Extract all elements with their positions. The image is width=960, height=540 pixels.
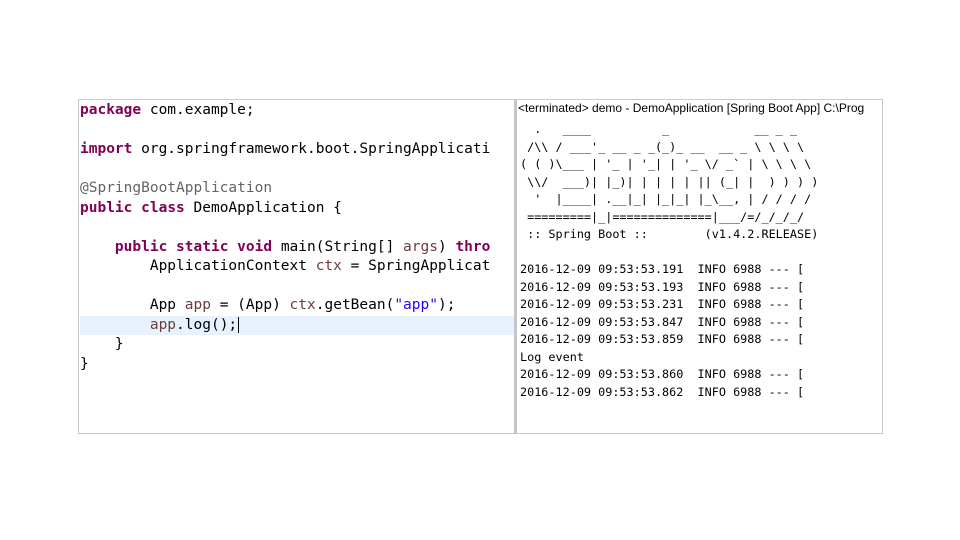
console-line: 2016-12-09 09:53:53.860 INFO 6988 --- [ xyxy=(520,367,805,381)
code-line[interactable]: public static void main(String[] args) t… xyxy=(80,238,514,258)
code-token: org.springframework.boot.SpringApplicati xyxy=(132,141,491,157)
code-token: DemoApplication { xyxy=(184,199,342,216)
console-line: :: Spring Boot :: (v1.4.2.RELEASE) xyxy=(520,227,819,241)
code-token: package xyxy=(80,102,142,118)
code-token: = SpringApplicat xyxy=(341,258,491,274)
console-view: <terminated> demo - DemoApplication [Spr… xyxy=(517,100,882,433)
code-line[interactable]: @SpringBootApplication xyxy=(80,179,514,199)
code-token: app xyxy=(149,316,177,333)
code-token: = (App) xyxy=(210,297,290,313)
code-token: ctx xyxy=(289,297,316,313)
console-header: <terminated> demo - DemoApplication [Spr… xyxy=(518,101,865,115)
code-token: import xyxy=(80,141,133,157)
code-token: thro xyxy=(455,238,491,255)
code-line[interactable]: import org.springframework.boot.SpringAp… xyxy=(80,140,514,160)
code-token: public xyxy=(114,238,168,255)
code-token: main(String[] xyxy=(272,238,404,255)
code-token: @SpringBootApplication xyxy=(80,180,273,196)
console-line: 2016-12-09 09:53:53.862 INFO 6988 --- [ xyxy=(520,384,805,399)
code-line[interactable]: app.log(); xyxy=(80,315,514,335)
console-line: 2016-12-09 09:53:53.231 INFO 6988 --- [ xyxy=(520,297,805,311)
code-token: class xyxy=(141,199,185,216)
code-line[interactable] xyxy=(80,218,514,238)
code-line[interactable]: App app = (App) ctx.getBean("app"); xyxy=(80,296,514,316)
console-line: 2016-12-09 09:53:53.847 INFO 6988 --- [ xyxy=(520,314,805,329)
code-line[interactable] xyxy=(80,121,514,141)
code-line[interactable] xyxy=(80,277,514,297)
console-output[interactable]: . ____ _ __ _ _ /\\ / ___'_ __ _ _(_)_ _… xyxy=(517,118,882,433)
code-token: com.example; xyxy=(141,102,255,118)
ide-window: package com.example; import org.springfra… xyxy=(78,99,883,434)
code-line[interactable] xyxy=(80,160,514,180)
console-line: 2016-12-09 09:53:53.859 INFO 6988 --- [ xyxy=(520,332,805,346)
code-editor[interactable]: package com.example; import org.springfra… xyxy=(79,100,514,433)
console-line: Log event xyxy=(520,349,584,364)
code-token: ApplicationContext xyxy=(80,258,316,274)
console-line: \\/ ___)| |_)| | | | | || (_| | ) ) ) ) xyxy=(520,174,819,189)
code-token: "app" xyxy=(394,297,438,313)
text-caret xyxy=(238,316,240,333)
console-line: /\\ / ___'_ __ _ _(_)_ __ __ _ \ \ \ \ xyxy=(520,139,805,154)
code-line[interactable]: ApplicationContext ctx = SpringApplicat xyxy=(80,257,514,277)
code-token: ctx xyxy=(315,258,342,274)
code-line[interactable]: } xyxy=(80,335,514,355)
code-line[interactable]: } xyxy=(80,355,514,375)
console-line: . ____ _ __ _ _ xyxy=(520,122,797,136)
code-token: } xyxy=(80,355,89,372)
code-token: .log(); xyxy=(176,316,238,333)
console-line: =========|_|==============|___/=/_/_/_/ xyxy=(520,209,805,224)
code-token: void xyxy=(237,238,273,255)
console-line: 2016-12-09 09:53:53.191 INFO 6988 --- [ xyxy=(520,262,805,276)
console-line: 2016-12-09 09:53:53.193 INFO 6988 --- [ xyxy=(520,279,805,294)
code-token: app xyxy=(184,297,211,313)
code-line[interactable]: package com.example; xyxy=(80,101,514,121)
code-token: ) xyxy=(437,238,456,255)
code-token: static xyxy=(176,238,229,255)
code-token: args xyxy=(403,238,438,255)
code-token: App xyxy=(80,297,185,313)
console-line: ( ( )\___ | '_ | '_| | '_ \/ _` | \ \ \ … xyxy=(520,157,812,171)
code-token: ); xyxy=(437,297,456,313)
console-line: ' |____| .__|_| |_|_| |_\__, | / / / / xyxy=(520,192,812,206)
code-line[interactable]: public class DemoApplication { xyxy=(80,199,514,219)
code-token: } xyxy=(80,336,124,352)
code-token: .getBean( xyxy=(315,297,395,313)
code-token: public xyxy=(80,199,133,216)
